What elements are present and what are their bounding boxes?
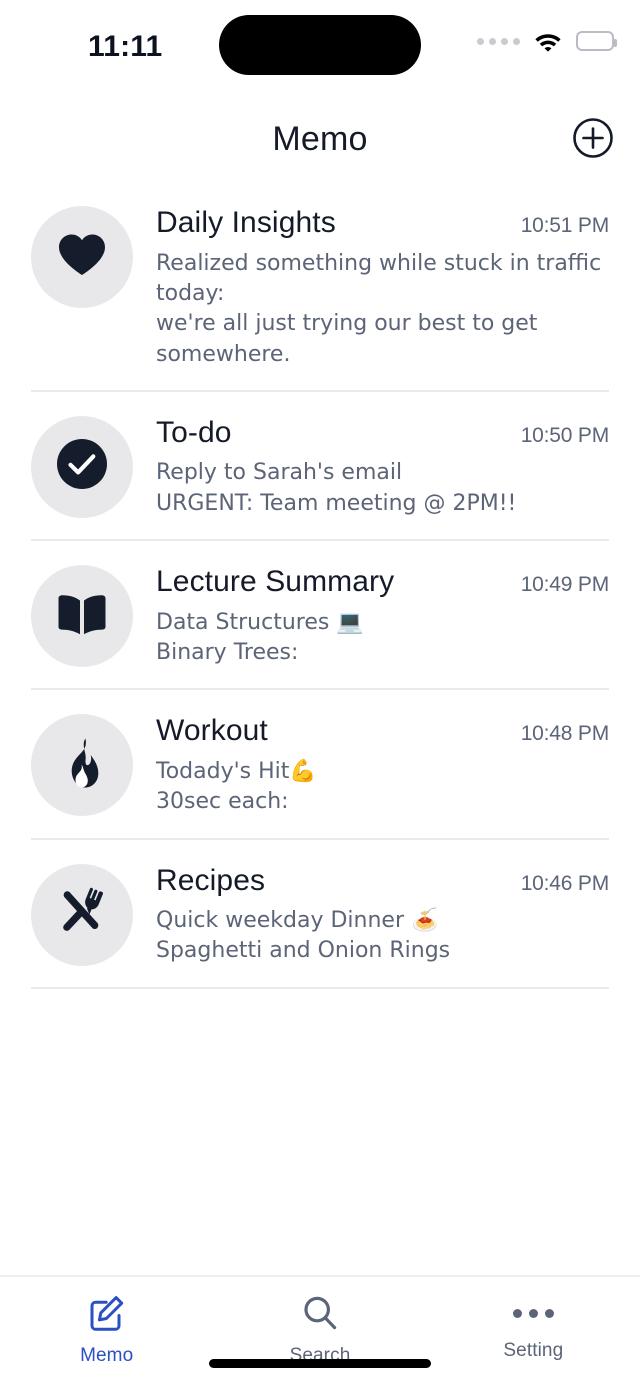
memo-preview-line: Spaghetti and Onion Rings [156, 938, 451, 964]
memo-content: To-do 10:50 PM Reply to Sarah's email UR… [156, 416, 609, 541]
tab-label-setting: Setting [503, 1340, 564, 1361]
memo-preview-line: Data Structures 💻 [156, 609, 364, 635]
memo-preview-line: we're all just trying our best to get so… [156, 311, 538, 367]
memo-list: Daily Insights 10:51 PM Realized somethi… [0, 182, 640, 1275]
tab-setting[interactable]: Setting [427, 1293, 640, 1362]
memo-preview-line: 30sec each: [156, 789, 289, 815]
signal-dots-icon [477, 37, 520, 45]
memo-preview-line: Todady's Hit💪 [156, 758, 317, 784]
memo-avatar [31, 714, 133, 817]
tab-label-memo: Memo [80, 1345, 134, 1366]
search-icon [300, 1293, 340, 1338]
memo-preview: Quick weekday Dinner 🍝 Spaghetti and Oni… [156, 906, 609, 967]
pencil-square-icon [87, 1293, 127, 1338]
memo-header-row: To-do 10:50 PM [156, 416, 609, 451]
page-title: Memo [272, 119, 368, 158]
memo-list-item[interactable]: To-do 10:50 PM Reply to Sarah's email UR… [0, 392, 640, 542]
open-book-icon [56, 592, 108, 641]
list-divider [31, 986, 609, 989]
memo-header-row: Recipes 10:46 PM [156, 864, 609, 899]
status-bar: 11:11 [0, 0, 640, 96]
memo-timestamp: 10:46 PM [520, 871, 609, 895]
memo-list-item[interactable]: Lecture Summary 10:49 PM Data Structures… [0, 541, 640, 691]
status-indicators [477, 30, 617, 52]
home-indicator [209, 1359, 431, 1368]
memo-preview: Reply to Sarah's email URGENT: Team meet… [156, 458, 609, 519]
tab-memo[interactable]: Memo [0, 1293, 213, 1367]
add-memo-button[interactable] [570, 116, 616, 162]
memo-content: Workout 10:48 PM Todady's Hit💪 30sec eac… [156, 714, 609, 839]
memo-content: Recipes 10:46 PM Quick weekday Dinner 🍝 … [156, 864, 609, 989]
ellipsis-icon [512, 1293, 554, 1333]
memo-avatar [31, 565, 133, 668]
memo-content: Daily Insights 10:51 PM Realized somethi… [156, 206, 609, 392]
check-circle-icon [56, 438, 108, 495]
memo-preview-line: Binary Trees: [156, 640, 299, 666]
memo-header-row: Lecture Summary 10:49 PM [156, 565, 609, 600]
status-time: 11:11 [88, 30, 163, 63]
heart-icon [57, 232, 107, 283]
battery-icon [576, 31, 617, 51]
memo-preview-line: URGENT: Team meeting @ 2PM!! [156, 490, 517, 516]
fork-knife-icon [55, 885, 109, 944]
flame-icon [62, 737, 102, 794]
tab-search[interactable]: Search [213, 1293, 426, 1367]
memo-preview: Realized something while stuck in traffi… [156, 249, 609, 370]
memo-preview: Todady's Hit💪 30sec each: [156, 757, 609, 818]
phone-screen: 11:11 Memo Daily Insights 10:51 PM Reali… [0, 0, 640, 1387]
memo-title: Recipes [156, 863, 266, 897]
memo-timestamp: 10:50 PM [520, 423, 609, 447]
memo-timestamp: 10:48 PM [520, 722, 609, 746]
wifi-icon [533, 30, 563, 52]
memo-preview-line: Reply to Sarah's email [156, 460, 403, 486]
memo-list-item[interactable]: Daily Insights 10:51 PM Realized somethi… [0, 182, 640, 392]
memo-preview: Data Structures 💻 Binary Trees: [156, 608, 609, 669]
memo-timestamp: 10:49 PM [520, 573, 609, 597]
memo-header-row: Workout 10:48 PM [156, 714, 609, 749]
memo-list-item[interactable]: Workout 10:48 PM Todady's Hit💪 30sec eac… [0, 690, 640, 840]
memo-preview-line: Quick weekday Dinner 🍝 [156, 908, 439, 934]
memo-avatar [31, 206, 133, 308]
memo-avatar [31, 415, 133, 518]
dynamic-island [219, 15, 421, 75]
plus-circle-icon [571, 116, 615, 163]
app-header: Memo [0, 96, 640, 182]
bottom-tab-bar: Memo Search Setting [0, 1275, 640, 1387]
memo-header-row: Daily Insights 10:51 PM [156, 206, 609, 241]
memo-preview-line: Realized something while stuck in traffi… [156, 250, 602, 306]
memo-timestamp: 10:51 PM [520, 214, 609, 237]
memo-title: Daily Insights [156, 206, 336, 239]
memo-list-item[interactable]: Recipes 10:46 PM Quick weekday Dinner 🍝 … [0, 840, 640, 989]
memo-title: To-do [156, 415, 232, 449]
memo-avatar [31, 863, 133, 966]
memo-content: Lecture Summary 10:49 PM Data Structures… [156, 565, 609, 690]
memo-title: Lecture Summary [156, 565, 395, 599]
memo-title: Workout [156, 714, 268, 748]
